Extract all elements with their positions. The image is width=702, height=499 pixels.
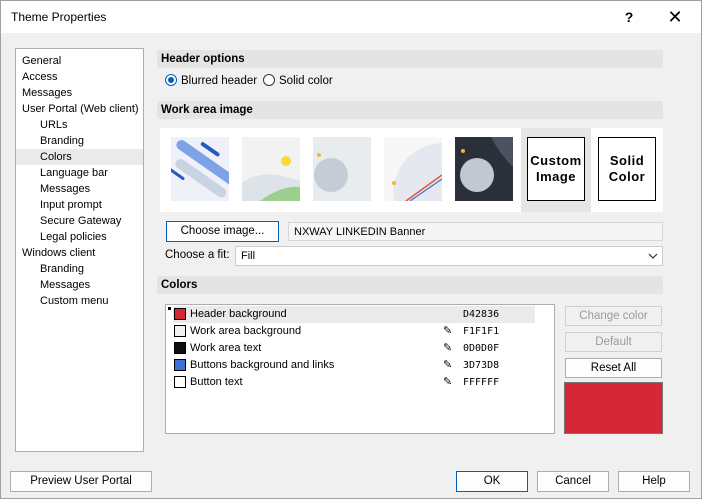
window-title: Theme Properties (11, 10, 107, 24)
chevron-down-icon (648, 247, 658, 271)
cancel-button[interactable]: Cancel (537, 471, 609, 492)
custom-image-tile: Custom Image (527, 137, 585, 201)
dark-thumbnail-icon (455, 137, 513, 201)
landscape-thumbnail-icon (242, 137, 300, 201)
nav-item-win-messages[interactable]: Messages (40, 277, 90, 293)
reset-all-button[interactable]: Reset All (565, 358, 662, 378)
color-name: Header background (190, 308, 287, 320)
help-button[interactable]: Help (618, 471, 690, 492)
blurred-header-label: Blurred header (181, 75, 258, 87)
fit-select[interactable]: Fill (235, 246, 663, 266)
nav-item-user-portal[interactable]: User Portal (Web client) (22, 101, 139, 117)
color-value: 3D73D8 (463, 360, 500, 371)
radio-selected-icon (165, 74, 177, 86)
nav-item-general[interactable]: General (22, 53, 61, 69)
choose-image-button[interactable]: Choose image... (166, 221, 279, 242)
radio-empty-icon (263, 74, 275, 86)
color-name: Work area background (190, 325, 302, 337)
nav-item-urls[interactable]: URLs (40, 117, 68, 133)
theme-properties-dialog: Theme Properties ? ✕ General Access Mess… (0, 0, 702, 499)
fit-select-value: Fill (241, 250, 256, 262)
color-name: Buttons background and links (190, 359, 335, 371)
focus-marker-icon (168, 307, 171, 310)
nav-item-legal-policies[interactable]: Legal policies (40, 229, 107, 245)
header-options-heading: Header options (157, 50, 663, 68)
color-row-button-text[interactable]: Button text ✎ FFFFFF (173, 374, 535, 391)
pen-icon[interactable]: ✎ (443, 357, 452, 374)
colors-list: Header background D42836 Work area backg… (165, 304, 555, 434)
custom-image-option[interactable]: Custom Image (521, 128, 591, 212)
color-swatch (174, 359, 186, 371)
color-preview-swatch (564, 382, 663, 434)
image-option-circle[interactable] (313, 137, 371, 201)
image-gallery: Custom Image Solid Color (160, 128, 663, 212)
circle-thumbnail-icon (313, 137, 371, 201)
nav-item-portal-messages[interactable]: Messages (40, 181, 90, 197)
blurred-header-radio[interactable]: Blurred header (165, 73, 257, 89)
title-bar: Theme Properties ? ✕ (1, 1, 701, 33)
default-button[interactable]: Default (565, 332, 662, 352)
colors-heading: Colors (157, 276, 663, 294)
color-swatch (174, 325, 186, 337)
image-option-arc[interactable] (384, 137, 442, 201)
image-option-landscape[interactable] (242, 137, 300, 201)
help-icon[interactable]: ? (607, 1, 651, 33)
image-name-field: NXWAY LINKEDIN Banner (288, 222, 663, 241)
pen-icon[interactable]: ✎ (443, 323, 452, 340)
nav-item-win-branding[interactable]: Branding (40, 261, 84, 277)
color-row-header-background[interactable]: Header background D42836 (173, 306, 535, 323)
image-option-dark[interactable] (455, 137, 513, 201)
color-value: F1F1F1 (463, 326, 500, 337)
solid-color-tile: Solid Color (598, 137, 656, 201)
nav-item-language-bar[interactable]: Language bar (40, 165, 108, 181)
nav-item-windows-client[interactable]: Windows client (22, 245, 95, 261)
nav-item-colors[interactable]: Colors (16, 149, 143, 165)
color-value: 0D0D0F (463, 343, 500, 354)
color-row-work-area-background[interactable]: Work area background ✎ F1F1F1 (173, 323, 535, 340)
solid-color-option[interactable]: Solid Color (591, 128, 661, 212)
nav-item-secure-gateway[interactable]: Secure Gateway (40, 213, 121, 229)
settings-nav-tree: General Access Messages User Portal (Web… (15, 48, 144, 452)
solid-color-label: Solid color (279, 75, 333, 87)
color-swatch (174, 342, 186, 354)
nav-item-input-prompt[interactable]: Input prompt (40, 197, 102, 213)
arc-thumbnail-icon (384, 137, 442, 201)
solid-color-radio[interactable]: Solid color (263, 73, 333, 89)
image-option-stripes[interactable] (171, 137, 229, 201)
stripes-thumbnail-icon (171, 137, 229, 201)
change-color-button[interactable]: Change color (565, 306, 662, 326)
nav-item-branding[interactable]: Branding (40, 133, 84, 149)
nav-item-messages[interactable]: Messages (22, 85, 72, 101)
color-swatch (174, 308, 186, 320)
nav-item-custom-menu[interactable]: Custom menu (40, 293, 108, 309)
color-swatch (174, 376, 186, 388)
color-name: Work area text (190, 342, 262, 354)
ok-button[interactable]: OK (456, 471, 528, 492)
color-row-work-area-text[interactable]: Work area text ✎ 0D0D0F (173, 340, 535, 357)
choose-fit-label: Choose a fit: (165, 249, 230, 261)
pen-icon[interactable]: ✎ (443, 374, 452, 391)
work-area-image-heading: Work area image (157, 101, 663, 119)
preview-user-portal-button[interactable]: Preview User Portal (10, 471, 152, 492)
close-icon[interactable]: ✕ (653, 1, 697, 33)
color-row-buttons-background[interactable]: Buttons background and links ✎ 3D73D8 (173, 357, 535, 374)
pen-icon[interactable]: ✎ (443, 340, 452, 357)
color-value: D42836 (463, 309, 500, 320)
color-value: FFFFFF (463, 377, 500, 388)
color-name: Button text (190, 376, 243, 388)
nav-item-access[interactable]: Access (22, 69, 57, 85)
